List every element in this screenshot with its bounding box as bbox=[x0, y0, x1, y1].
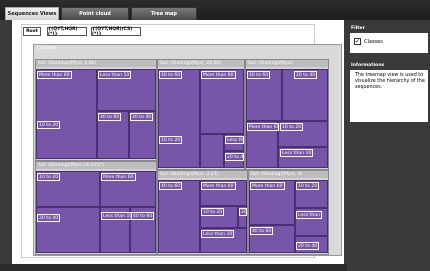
group-label: Sol: (Studing)(Mycl, 4) bbox=[249, 171, 328, 178]
treemap-root-label: Classes bbox=[37, 45, 56, 51]
tab-point-cloud[interactable]: Point cloud bbox=[61, 7, 129, 20]
cell-label: More than 60 bbox=[247, 123, 279, 131]
cell-label: More than 60 bbox=[101, 173, 136, 181]
cell-label: More than 60 bbox=[37, 71, 72, 79]
cell-label: 20 bbox=[239, 208, 247, 216]
side-panel bbox=[347, 20, 430, 271]
group-label: Sol: (Studing)(Mycl, 2,21) bbox=[158, 171, 247, 178]
cell-label: 20 to 40 bbox=[130, 113, 154, 121]
filter-panel bbox=[350, 33, 428, 53]
cell-label: 40 to 60 bbox=[250, 227, 274, 235]
treemap-cell[interactable] bbox=[158, 69, 200, 168]
informations-title: Informations bbox=[351, 63, 385, 68]
group-label: Sol: (Studing)(Mycl,18,20)(*) bbox=[36, 162, 156, 169]
treemap-cell[interactable] bbox=[200, 134, 224, 168]
cell-label: More than 60 bbox=[201, 182, 236, 190]
cell-label: More than 60 bbox=[250, 182, 285, 190]
group-label: Sol: (Studing)(Mycl, 2,86) bbox=[36, 60, 156, 67]
cell-label: Less than 10 bbox=[280, 149, 314, 157]
cell-label: 40 to 60 bbox=[247, 71, 271, 79]
sequence-button-2[interactable]: {(QYT,HQR)(CS)(*)} bbox=[91, 27, 141, 37]
group-label: Sol: (Studing)(Mycl) bbox=[246, 60, 328, 67]
cell-label: 40 to 60 bbox=[159, 182, 183, 190]
cell-label: Less than 10 bbox=[101, 212, 135, 220]
cell-label: Less than bbox=[296, 211, 322, 219]
group-label: Sol: (Studing)(Mycl, 25,05) bbox=[158, 60, 244, 67]
filter-title: Filter bbox=[351, 26, 365, 31]
cell-label: 40 to 60 bbox=[159, 71, 183, 79]
sequence-button-1[interactable]: {(QYT,HQR)(*)} bbox=[47, 27, 87, 37]
tab-sequences-views[interactable]: Sequences Views bbox=[5, 7, 59, 20]
cell-label: 20 to 40 bbox=[37, 214, 61, 222]
treemap-cell[interactable] bbox=[158, 180, 200, 253]
cell-label: 10 to 20 bbox=[201, 208, 225, 216]
classes-checkbox-label[interactable]: Classes bbox=[364, 39, 383, 45]
cell-label: Less th bbox=[225, 136, 244, 144]
cell-label: 10 to 20 bbox=[37, 173, 61, 181]
cell-label: 20 to 40 bbox=[296, 242, 320, 250]
cell-label: 20 to 4 bbox=[225, 153, 244, 161]
cell-label: 10 to 20 bbox=[296, 182, 320, 190]
cell-label: Less than 10 bbox=[98, 71, 132, 79]
cell-label: More than 60 bbox=[201, 71, 236, 79]
cell-label: 10 to 20 bbox=[280, 123, 304, 131]
treemap-cell[interactable] bbox=[36, 69, 97, 159]
informations-text: The treemap view is used to visualize th… bbox=[355, 73, 425, 90]
check-icon: ✓ bbox=[355, 38, 361, 45]
cell-label: 10 to 20 bbox=[37, 121, 61, 129]
root-button[interactable]: Root bbox=[23, 27, 41, 36]
cell-label: 40 to 60 bbox=[131, 212, 155, 220]
tab-tree-map[interactable]: Tree map bbox=[131, 7, 197, 20]
bottom-bar bbox=[0, 264, 347, 271]
cell-label: 10 to 20 bbox=[159, 136, 183, 144]
cell-label: 20 to 40 bbox=[294, 71, 318, 79]
cell-label: Less than 10 bbox=[201, 230, 235, 238]
classes-checkbox[interactable]: ✓ bbox=[354, 38, 361, 45]
cell-label: 40 to 60 bbox=[98, 113, 122, 121]
